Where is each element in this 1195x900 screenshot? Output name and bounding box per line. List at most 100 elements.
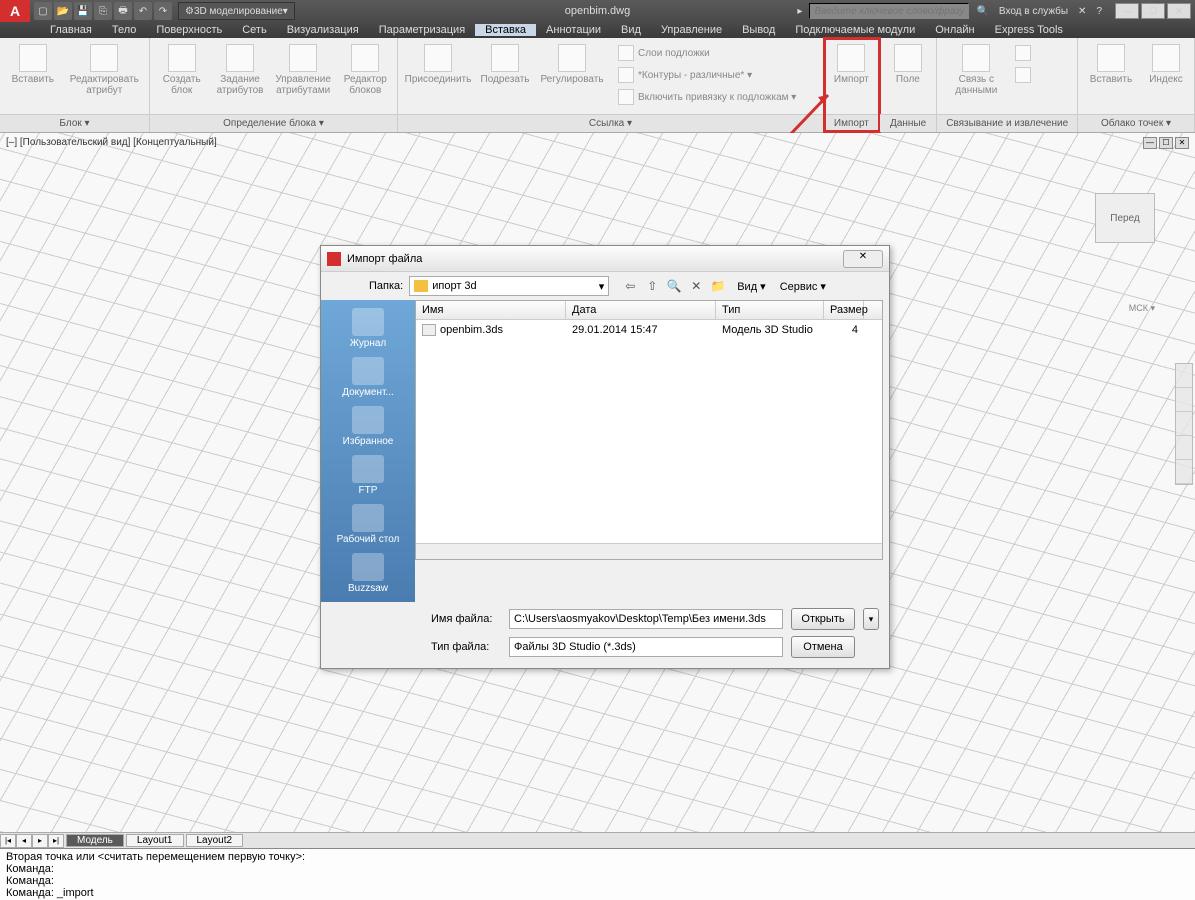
import-button[interactable]: Импорт [828,42,875,87]
adjust-button[interactable]: Регулировать [536,42,608,87]
command-window[interactable]: Вторая точка или <считать перемещением п… [0,848,1195,900]
edit-attribute-button[interactable]: Редактировать атрибут [64,42,145,98]
wcs-label[interactable]: МСК ▾ [1129,303,1155,314]
vp-close-icon[interactable]: ✕ [1175,137,1189,149]
tab-сеть[interactable]: Сеть [232,24,276,36]
filetype-dropdown[interactable]: Файлы 3D Studio (*.3ds) [509,637,783,657]
minimize-button[interactable]: — [1115,3,1139,19]
place-ftp[interactable]: FTP [328,453,408,498]
layout-tab-layout1[interactable]: Layout1 [126,834,184,847]
workspace-dropdown[interactable]: ⚙ 3D моделирование ▾ [178,2,295,20]
place-документ...[interactable]: Документ... [328,355,408,400]
frames-button[interactable]: *Контуры - различные* ▾ [616,64,798,86]
tab-управление[interactable]: Управление [651,24,732,36]
layout-tab-модель[interactable]: Модель [66,834,124,847]
viewport-label[interactable]: [–] [Пользовательский вид] [Концептуальн… [6,137,217,148]
layout-tab-layout2[interactable]: Layout2 [186,834,244,847]
search-tb-icon[interactable]: 🔍 [665,277,683,295]
tab-онлайн[interactable]: Онлайн [925,24,984,36]
search-arrow-icon[interactable]: ▸ [794,6,805,17]
dialog-titlebar[interactable]: Импорт файла ✕ [321,246,889,272]
tab-поверхность[interactable]: Поверхность [146,24,232,36]
delete-icon[interactable]: ✕ [687,277,705,295]
exchange-icon[interactable]: ✕ [1075,6,1089,17]
tab-параметризация[interactable]: Параметризация [369,24,475,36]
back-icon[interactable]: ⇦ [621,277,639,295]
datalink-button[interactable]: Связь с данными [941,42,1011,98]
place-журнал[interactable]: Журнал [328,306,408,351]
panel-title[interactable]: Ссылка ▾ [398,114,823,132]
signin-link[interactable]: Вход в службы [996,6,1071,17]
open-button[interactable]: Открыть [791,608,855,630]
vp-maximize-icon[interactable]: ☐ [1159,137,1173,149]
manage-attrs-button[interactable]: Управление атрибутами [271,42,336,98]
tab-вставка[interactable]: Вставка [475,24,536,36]
create-block-button[interactable]: Создать блок [154,42,209,98]
panel-title[interactable]: Определение блока ▾ [150,114,397,132]
place-рабочий стол[interactable]: Рабочий стол [328,502,408,547]
pc-insert-button[interactable]: Вставить [1082,42,1140,87]
place-избранное[interactable]: Избранное [328,404,408,449]
col-type[interactable]: Тип [716,301,824,319]
qat-open-icon[interactable]: 📂 [54,2,72,20]
tab-тело[interactable]: Тело [102,24,147,36]
underlay-layers-button[interactable]: Слои подложки [616,42,798,64]
panel-title[interactable]: Связывание и извлечение [937,114,1077,132]
dialog-close-button[interactable]: ✕ [843,250,883,268]
col-size[interactable]: Размер [824,301,864,319]
insert-block-button[interactable]: Вставить [4,42,62,87]
col-date[interactable]: Дата [566,301,716,319]
extract-button[interactable] [1013,42,1037,64]
block-editor-button[interactable]: Редактор блоков [338,42,393,98]
col-name[interactable]: Имя [416,301,566,319]
tab-визуализация[interactable]: Визуализация [277,24,369,36]
place-buzzsaw[interactable]: Buzzsaw [328,551,408,596]
tab-first-icon[interactable]: |◂ [0,834,16,848]
snap-underlay-button[interactable]: Включить привязку к подложкам ▾ [616,86,798,108]
panel-title[interactable]: Данные [880,114,936,132]
search-input[interactable] [809,3,969,19]
field-button[interactable]: Поле [884,42,932,87]
search-icon[interactable]: 🔍 [973,6,991,17]
panel-title[interactable]: Облако точек ▾ [1078,114,1194,132]
tab-prev-icon[interactable]: ◂ [16,834,32,848]
qat-saveas-icon[interactable]: ⎘ [94,2,112,20]
qat-print-icon[interactable]: 🖶 [114,2,132,20]
nav-orbit-icon[interactable] [1176,436,1192,460]
maximize-button[interactable]: ☐ [1141,3,1165,19]
tab-главная[interactable]: Главная [40,24,102,36]
help-icon[interactable]: ? [1093,6,1105,17]
attach-button[interactable]: Присоединить [402,42,474,87]
qat-redo-icon[interactable]: ↷ [154,2,172,20]
filename-input[interactable]: C:\Users\aosmyakov\Desktop\Temp\Без имен… [509,609,783,629]
tools-dropdown[interactable]: Сервис ▾ [776,280,830,293]
pc-index-button[interactable]: Индекс [1142,42,1190,87]
horizontal-scrollbar[interactable] [416,543,882,559]
app-logo[interactable]: A [0,0,30,22]
tab-аннотации[interactable]: Аннотации [536,24,611,36]
define-attrs-button[interactable]: Задание атрибутов [211,42,268,98]
tab-express tools[interactable]: Express Tools [985,24,1073,36]
tab-вывод[interactable]: Вывод [732,24,785,36]
cancel-button[interactable]: Отмена [791,636,855,658]
tab-last-icon[interactable]: ▸| [48,834,64,848]
nav-wheel-icon[interactable] [1176,364,1192,388]
clip-button[interactable]: Подрезать [476,42,534,87]
folder-dropdown[interactable]: ипорт 3d▾ [409,276,609,296]
open-dropdown-button[interactable]: ▾ [863,608,879,630]
tab-next-icon[interactable]: ▸ [32,834,48,848]
close-button[interactable]: ✕ [1167,3,1191,19]
newfolder-icon[interactable]: 📁 [709,277,727,295]
nav-zoom-icon[interactable] [1176,412,1192,436]
panel-title[interactable]: Блок ▾ [0,114,149,132]
qat-undo-icon[interactable]: ↶ [134,2,152,20]
file-row[interactable]: openbim.3ds29.01.2014 15:47Модель 3D Stu… [416,320,882,340]
nav-showmotion-icon[interactable] [1176,460,1192,484]
qat-new-icon[interactable]: ▢ [34,2,52,20]
tab-вид[interactable]: Вид [611,24,651,36]
panel-title[interactable]: Импорт [824,114,879,132]
nav-pan-icon[interactable] [1176,388,1192,412]
tab-подключаемые модули[interactable]: Подключаемые модули [785,24,925,36]
update-button[interactable] [1013,64,1037,86]
qat-save-icon[interactable]: 💾 [74,2,92,20]
